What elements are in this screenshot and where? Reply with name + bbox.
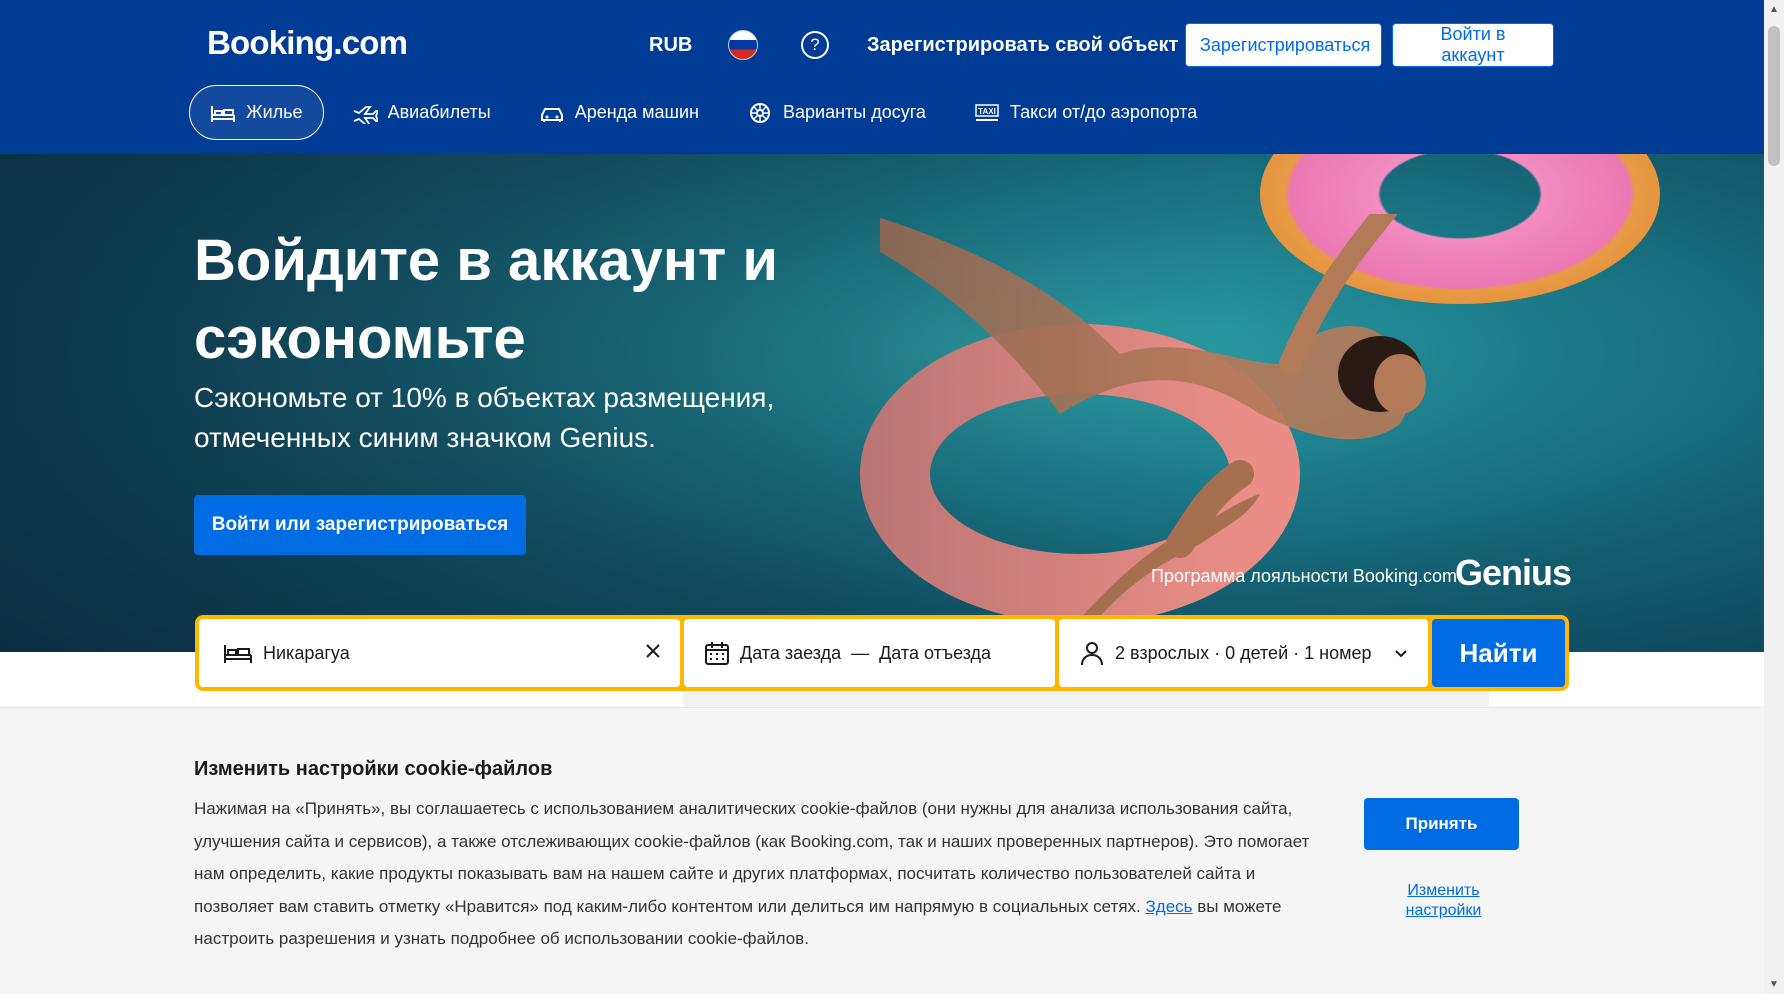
scroll-thumb[interactable] bbox=[1768, 26, 1780, 166]
scroll-up-icon[interactable]: ▲ bbox=[1769, 4, 1779, 15]
taxi-icon: TAXI bbox=[974, 102, 1000, 124]
plane-icon bbox=[352, 102, 378, 124]
search-bar: Никарагуа Дата заезда — Дата отъезда 2 в… bbox=[195, 615, 1569, 691]
cookie-banner: Изменить настройки cookie-файлов Нажимая… bbox=[0, 707, 1764, 994]
guests-field[interactable]: 2 взрослых · 0 детей · 1 номер bbox=[1059, 619, 1428, 687]
nav-item-stays[interactable]: Жилье bbox=[189, 85, 324, 140]
nav-item-label: Жилье bbox=[246, 102, 303, 122]
cookie-text: Нажимая на «Принять», вы соглашаетесь с … bbox=[194, 793, 1314, 956]
bed-icon bbox=[223, 641, 253, 665]
svg-text:TAXI: TAXI bbox=[978, 107, 996, 116]
checkout-date[interactable]: Дата отъезда bbox=[879, 643, 991, 664]
sign-in-button[interactable]: Войти в аккаунт bbox=[1392, 23, 1554, 67]
accept-cookies-button[interactable]: Принять bbox=[1364, 798, 1519, 850]
hero-title: Войдите в аккаунт и сэкономьте bbox=[194, 228, 779, 371]
booking-logo[interactable]: Booking.com bbox=[207, 24, 408, 62]
help-icon[interactable]: ? bbox=[801, 31, 829, 59]
nav-item-car-rentals[interactable]: Аренда машин bbox=[519, 85, 719, 140]
nav-item-label: Такси от/до аэропорта bbox=[1009, 102, 1198, 122]
nav-item-label: Аренда машин bbox=[574, 102, 699, 122]
bed-icon bbox=[210, 102, 236, 124]
list-property-link[interactable]: Зарегистрировать свой объект bbox=[867, 34, 1178, 57]
nav-item-label: Авиабилеты bbox=[387, 102, 491, 122]
search-button[interactable]: Найти bbox=[1432, 619, 1565, 687]
currency-selector[interactable]: RUB bbox=[649, 34, 692, 57]
nav-item-flights[interactable]: Авиабилеты bbox=[332, 85, 511, 140]
sign-in-or-register-button[interactable]: Войти или зарегистрироваться bbox=[194, 495, 526, 555]
guests-summary[interactable]: 2 взрослых · 0 детей · 1 номер bbox=[1115, 643, 1394, 664]
genius-program-label: Программа лояльности Booking.com bbox=[1151, 566, 1457, 586]
nav-item-label: Варианты досуга bbox=[783, 102, 926, 122]
cookie-text-main: Нажимая на «Принять», вы соглашаетесь с … bbox=[194, 799, 1310, 916]
russia-flag-icon[interactable] bbox=[728, 30, 758, 60]
register-button[interactable]: Зарегистрироваться bbox=[1185, 23, 1382, 67]
date-separator: — bbox=[851, 642, 870, 663]
destination-input[interactable]: Никарагуа bbox=[263, 643, 644, 664]
cookie-title: Изменить настройки cookie-файлов bbox=[194, 758, 553, 780]
person-icon bbox=[1079, 640, 1105, 666]
nav-item-airport-taxis[interactable]: TAXI Такси от/до аэропорта bbox=[954, 85, 1217, 140]
attractions-icon bbox=[747, 101, 773, 125]
chevron-down-icon[interactable] bbox=[1394, 643, 1408, 664]
product-nav: Жилье Авиабилеты Аренда машин Варианты д… bbox=[189, 85, 1225, 140]
cookie-details-link[interactable]: Здесь bbox=[1146, 897, 1193, 916]
genius-logo: Genius bbox=[1455, 552, 1572, 593]
header: Booking.com RUB ? Зарегистрировать свой … bbox=[0, 0, 1764, 154]
nav-item-attractions[interactable]: Варианты досуга bbox=[727, 85, 946, 140]
car-icon bbox=[539, 102, 565, 124]
scrollbar[interactable]: ▲ ▼ bbox=[1764, 0, 1784, 994]
dates-field[interactable]: Дата заезда — Дата отъезда bbox=[684, 619, 1055, 687]
scroll-down-icon[interactable]: ▼ bbox=[1769, 979, 1779, 990]
change-settings-link[interactable]: Изменить настройки bbox=[1396, 881, 1491, 921]
calendar-icon bbox=[704, 640, 730, 666]
hero-subtitle: Сэкономьте от 10% в объектах размещения,… bbox=[194, 382, 775, 453]
clear-icon[interactable] bbox=[644, 642, 662, 665]
destination-field[interactable]: Никарагуа bbox=[199, 619, 680, 687]
checkin-date[interactable]: Дата заезда bbox=[740, 643, 841, 664]
